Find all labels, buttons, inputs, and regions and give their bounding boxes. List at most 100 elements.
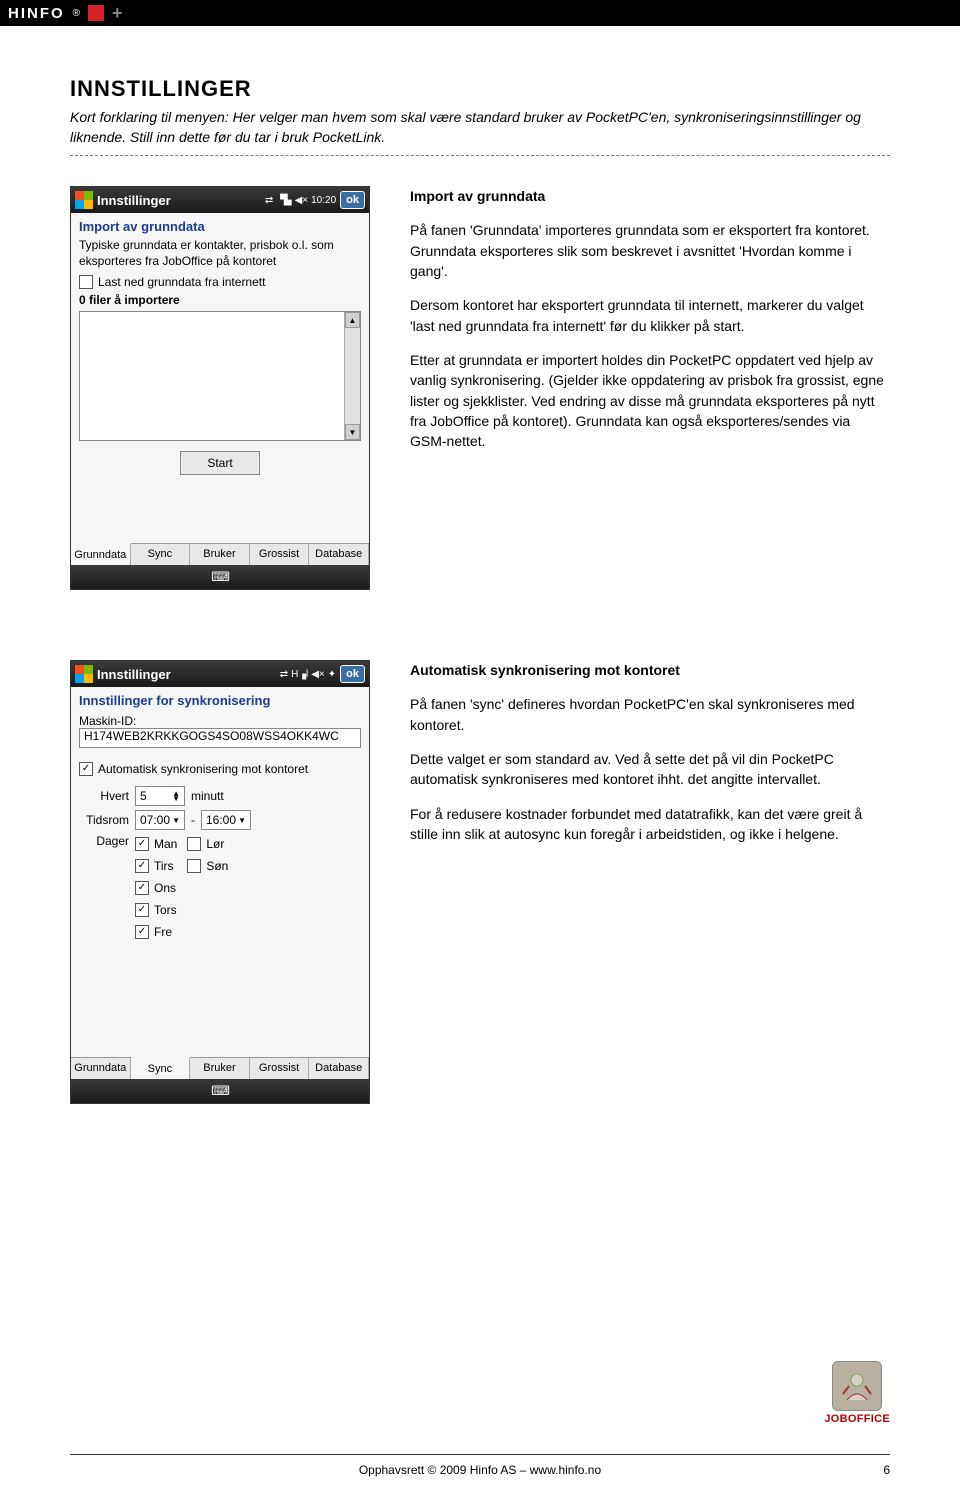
time-to-field[interactable]: 16:00 ▼ [201, 810, 251, 830]
sync-icon: ⇄ [265, 195, 273, 206]
section2-title: Automatisk synkronisering mot kontoret [410, 660, 890, 680]
section1-p2: Dersom kontoret har eksportert grunndata… [410, 295, 890, 336]
checkbox-icon[interactable] [79, 275, 93, 289]
section2-text: Automatisk synkronisering mot kontoret P… [410, 660, 890, 1104]
ppc1-bottom-bar: ⌨ [71, 565, 369, 589]
day-label: Fre [154, 925, 172, 939]
keyboard-icon[interactable]: ⌨ [211, 1083, 229, 1099]
interval-stepper[interactable]: 5 ▲▼ [135, 786, 185, 806]
checkbox-icon[interactable]: ✓ [135, 925, 149, 939]
tab-database[interactable]: Database [309, 1058, 369, 1079]
time-to-value: 16:00 [206, 813, 236, 827]
checkbox-icon[interactable] [187, 837, 201, 851]
windows-flag-icon [75, 191, 93, 209]
day-checkbox-row[interactable]: ✓ Tors [135, 903, 177, 917]
section2-p1: På fanen 'sync' defineres hvordan Pocket… [410, 694, 890, 735]
checkbox-icon[interactable]: ✓ [135, 837, 149, 851]
page-title: INNSTILLINGER [70, 76, 890, 102]
dropdown-icon[interactable]: ▼ [238, 816, 246, 825]
ppc1-file-listbox[interactable]: ▲ ▼ [79, 311, 361, 441]
checkbox-icon[interactable]: ✓ [135, 881, 149, 895]
tidsrom-label: Tidsrom [79, 813, 129, 827]
maskin-id-field[interactable]: H174WEB2KRKKGOGS4SO08WSS4OKK4WC [79, 728, 361, 748]
pocketpc-screenshot-2: Innstillinger ⇄ H▗l ◀× ✦ ok Innstillinge… [70, 660, 370, 1104]
tab-bruker[interactable]: Bruker [190, 544, 250, 565]
section-autosync: Innstillinger ⇄ H▗l ◀× ✦ ok Innstillinge… [70, 660, 890, 1104]
speaker-icon: ◀× [311, 669, 325, 680]
section2-p3: For å redusere kostnader forbundet med d… [410, 804, 890, 845]
ppc2-bottom-bar: ⌨ [71, 1079, 369, 1103]
dropdown-icon[interactable]: ▼ [172, 816, 180, 825]
ppc1-title: Innstillinger [97, 193, 261, 208]
section1-p1: På fanen 'Grunndata' importeres grunndat… [410, 220, 890, 281]
tab-sync[interactable]: Sync [131, 1057, 191, 1079]
ppc1-tabs: Grunndata Sync Bruker Grossist Database [71, 543, 369, 565]
ppc2-subtitle: Innstillinger for synkronisering [79, 693, 361, 708]
time-from-value: 07:00 [140, 813, 170, 827]
day-label: Tors [154, 903, 177, 917]
scroll-up-icon[interactable]: ▲ [345, 312, 360, 328]
ok-button[interactable]: ok [340, 191, 365, 209]
hvert-unit: minutt [191, 789, 224, 803]
checkbox-icon[interactable]: ✓ [135, 903, 149, 917]
joboffice-icon [832, 1361, 882, 1411]
section1-text: Import av grunndata På fanen 'Grunndata'… [410, 186, 890, 590]
signal-icon: H▗l [291, 669, 308, 680]
pocketpc-screenshot-1: Innstillinger ⇄ ▝▙ ◀× 10:20 ok Import av… [70, 186, 370, 590]
ppc2-title-bar: Innstillinger ⇄ H▗l ◀× ✦ ok [71, 661, 369, 687]
tab-bruker[interactable]: Bruker [190, 1058, 250, 1079]
keyboard-icon[interactable]: ⌨ [211, 569, 229, 585]
time-from-field[interactable]: 07:00 ▼ [135, 810, 185, 830]
autosync-checkbox-row[interactable]: ✓ Automatisk synkronisering mot kontoret [79, 762, 361, 776]
tab-sync[interactable]: Sync [131, 544, 191, 565]
ppc1-status-icons: ⇄ ▝▙ ◀× 10:20 [265, 195, 336, 206]
checkbox-icon[interactable]: ✓ [135, 859, 149, 873]
checkbox-icon[interactable]: ✓ [79, 762, 93, 776]
network-icon: ✦ [328, 669, 336, 680]
ppc2-title: Innstillinger [97, 667, 276, 682]
ppc1-download-label: Last ned grunndata fra internett [98, 275, 265, 289]
scroll-down-icon[interactable]: ▼ [345, 424, 360, 440]
footer-divider [70, 1454, 890, 1455]
tab-grunndata[interactable]: Grunndata [71, 543, 131, 565]
section-import-grunndata: Innstillinger ⇄ ▝▙ ◀× 10:20 ok Import av… [70, 186, 890, 590]
day-checkbox-row[interactable]: ✓Man [135, 837, 177, 851]
ppc1-desc: Typiske grunndata er kontakter, prisbok … [79, 238, 361, 269]
tab-database[interactable]: Database [309, 544, 369, 565]
day-label: Lør [206, 837, 224, 851]
sync-icon: ⇄ [280, 669, 288, 680]
ppc1-subtitle: Import av grunndata [79, 219, 361, 234]
speaker-icon: ◀× [295, 195, 309, 206]
dager-label: Dager [79, 834, 129, 848]
joboffice-logo: JOBOFFICE [824, 1361, 890, 1425]
tab-grossist[interactable]: Grossist [250, 544, 310, 565]
tab-grossist[interactable]: Grossist [250, 1058, 310, 1079]
day-checkbox-row[interactable]: ✓ Ons [135, 881, 177, 895]
autosync-label: Automatisk synkronisering mot kontoret [98, 762, 308, 776]
start-button[interactable]: Start [180, 451, 260, 475]
day-checkbox-row[interactable]: Søn [187, 859, 228, 873]
intro-text: Kort forklaring til menyen: Her velger m… [70, 108, 890, 147]
ok-button[interactable]: ok [340, 665, 365, 683]
section1-title: Import av grunndata [410, 186, 890, 206]
section2-p2: Dette valget er som standard av. Ved å s… [410, 749, 890, 790]
ppc1-download-checkbox-row[interactable]: Last ned grunndata fra internett [79, 275, 361, 289]
day-checkbox-row[interactable]: ✓ Fre [135, 925, 177, 939]
day-checkbox-row[interactable]: Lør [187, 837, 228, 851]
day-label: Tirs [154, 859, 174, 873]
stepper-arrows-icon[interactable]: ▲▼ [172, 791, 180, 802]
day-label: Søn [206, 859, 228, 873]
scrollbar[interactable]: ▲ ▼ [344, 312, 360, 440]
day-checkbox-row[interactable]: ✓ Tirs [135, 859, 177, 873]
maskin-id-label: Maskin-ID: [79, 714, 361, 728]
checkbox-icon[interactable] [187, 859, 201, 873]
day-label: Ons [154, 881, 176, 895]
tab-grunndata[interactable]: Grunndata [71, 1058, 131, 1079]
dash-sep: - [191, 813, 195, 827]
days-grid: ✓Man✓Tirs✓Ons✓Tors✓Fre LørSøn [135, 834, 228, 942]
top-brand-bar: HINFO ® + [0, 0, 960, 26]
ppc1-title-bar: Innstillinger ⇄ ▝▙ ◀× 10:20 ok [71, 187, 369, 213]
plus-icon: + [112, 3, 123, 24]
footer-page-number: 6 [883, 1463, 890, 1477]
brand-red-square-icon [88, 5, 104, 21]
